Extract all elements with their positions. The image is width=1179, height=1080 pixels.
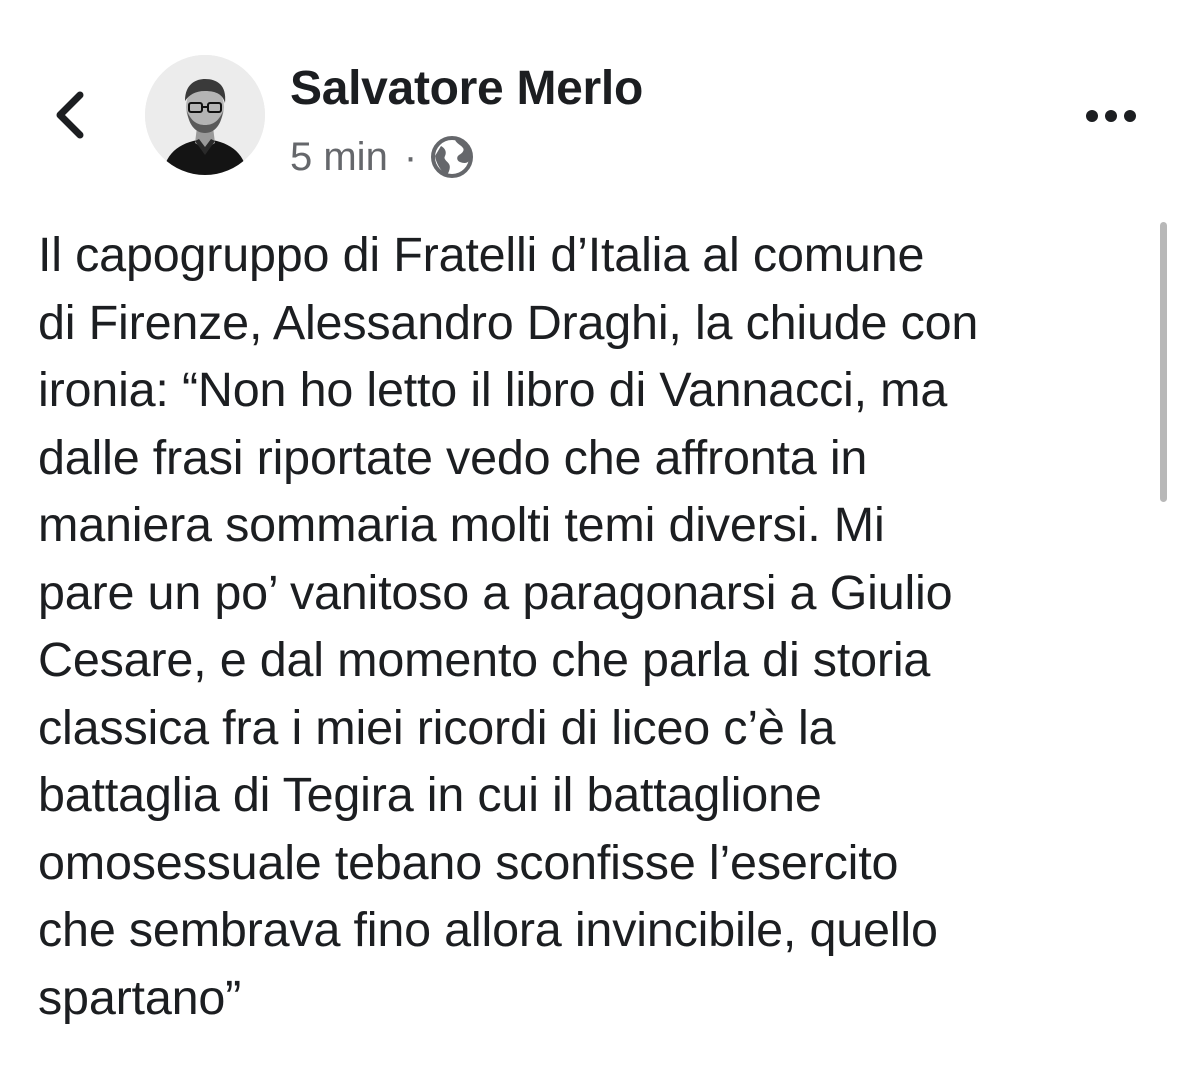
globe-icon [431,136,474,178]
post-body-text: Il capogruppo di Fratelli d’Italia al co… [38,228,979,1025]
author-name[interactable]: Salvatore Merlo [290,60,643,118]
scrollbar-thumb[interactable] [1160,222,1167,502]
profile-photo [145,55,265,175]
meta-separator: · [403,135,418,179]
more-horizontal-icon [1086,110,1136,122]
post-time[interactable]: 5 min [290,132,388,182]
chevron-left-icon [56,91,84,139]
post-meta: 5 min · [290,132,475,182]
more-options-button[interactable] [1082,96,1140,136]
avatar[interactable] [145,55,265,175]
back-button[interactable] [42,80,98,150]
post-header: Salvatore Merlo 5 min · [0,0,1179,200]
